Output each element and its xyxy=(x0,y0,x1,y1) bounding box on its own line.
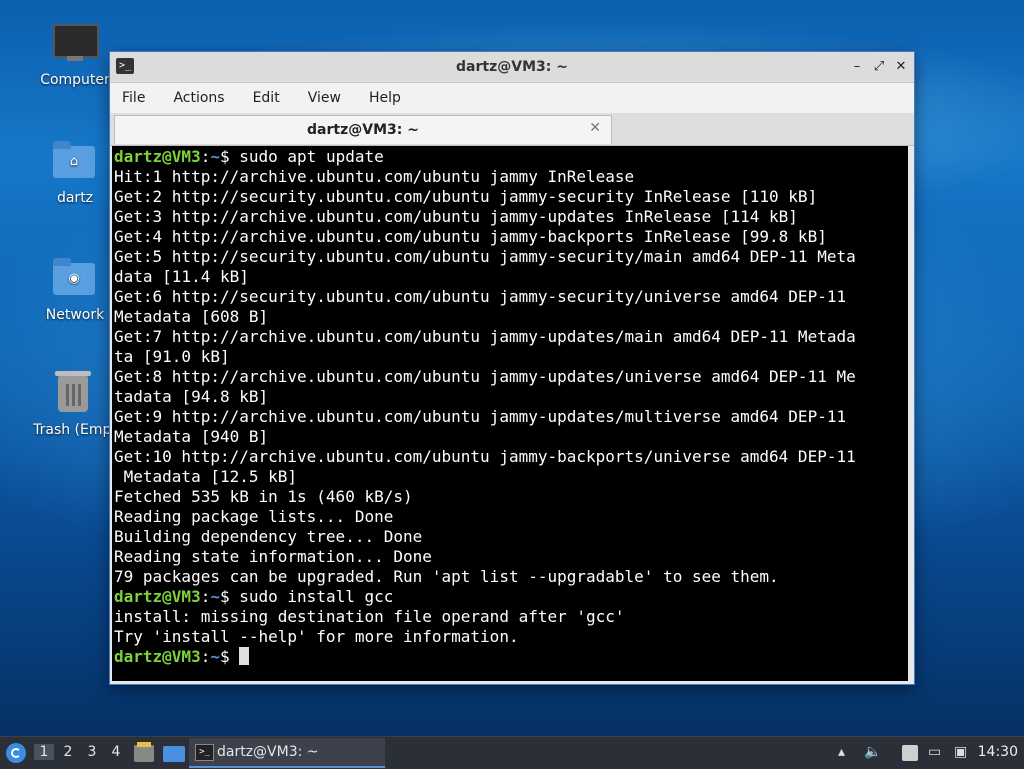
workspace-2[interactable]: 2 xyxy=(58,744,78,760)
prompt-symbol: $ xyxy=(219,587,240,606)
prompt-user: dartz@VM3 xyxy=(114,647,201,666)
maximize-button[interactable]: ⤢ xyxy=(870,58,888,76)
terminal-output-line: ta [91.0 kB] xyxy=(114,347,230,366)
terminal-output-line: Get:9 http://archive.ubuntu.com/ubuntu j… xyxy=(114,407,847,426)
terminal-output-line: Try 'install --help' for more informatio… xyxy=(114,627,519,646)
desktop-icon-home[interactable]: ⌂ dartz xyxy=(27,140,123,206)
workspace-3[interactable]: 3 xyxy=(82,744,102,760)
desktop-icon-label: Computer xyxy=(40,72,110,88)
terminal-output-line: Reading package lists... Done xyxy=(114,507,394,526)
terminal-cursor xyxy=(239,647,250,665)
desktop-icon-computer[interactable]: Computer xyxy=(27,22,123,88)
home-folder-icon: ⌂ xyxy=(53,140,97,184)
terminal-output-line: Fetched 535 kB in 1s (460 kB/s) xyxy=(114,487,413,506)
terminal-output-line: Hit:1 http://archive.ubuntu.com/ubuntu j… xyxy=(114,167,635,186)
prompt-command: sudo apt update xyxy=(239,147,384,166)
terminal-output-line: Building dependency tree... Done xyxy=(114,527,423,546)
network-folder-icon: ◉ xyxy=(53,257,97,301)
terminal-output-line: Get:6 http://security.ubuntu.com/ubuntu … xyxy=(114,287,847,306)
terminal-output-line: 79 packages can be upgraded. Run 'apt li… xyxy=(114,567,779,586)
update-notifier-icon[interactable]: ▣ xyxy=(954,744,967,760)
terminal-output-line: Metadata [608 B] xyxy=(114,307,269,326)
terminal-output-line: tadata [94.8 kB] xyxy=(114,387,269,406)
desktop-icon-label: Network xyxy=(45,307,105,323)
terminal-output-line: data [11.4 kB] xyxy=(114,267,249,286)
tab-close-icon[interactable]: ✕ xyxy=(589,120,601,136)
window-titlebar[interactable]: >_ dartz@VM3: ~ – ⤢ ✕ xyxy=(110,52,914,83)
network-tray-icon[interactable]: ▭ xyxy=(928,744,941,760)
terminal-output-line: Get:8 http://archive.ubuntu.com/ubuntu j… xyxy=(114,367,856,386)
prompt-user: dartz@VM3 xyxy=(114,147,201,166)
terminal-output-line: Metadata [940 B] xyxy=(114,427,269,446)
workspace-4[interactable]: 4 xyxy=(106,744,126,760)
window-title: dartz@VM3: ~ xyxy=(456,59,568,75)
desktop-icon-label: dartz xyxy=(56,190,94,206)
tab-bar: dartz@VM3: ~ ✕ xyxy=(110,113,914,146)
terminal-output[interactable]: dartz@VM3:~$ sudo apt update Hit:1 http:/… xyxy=(112,146,908,681)
terminal-prompt-line: dartz@VM3:~$ xyxy=(112,647,908,667)
tray-arrow-icon[interactable]: ▴ xyxy=(838,744,845,760)
menu-file[interactable]: File xyxy=(116,90,145,106)
taskbar: 1 2 3 4 >_ dartz@VM3: ~ ▴ 🔈 ▭ ▣ 14:30 xyxy=(0,736,1024,769)
prompt-path: ~ xyxy=(210,647,220,666)
file-manager-launcher-icon[interactable] xyxy=(134,742,154,762)
menubar: File Actions Edit View Help xyxy=(110,83,914,113)
terminal-output-line: Get:5 http://security.ubuntu.com/ubuntu … xyxy=(114,247,856,266)
start-menu-icon[interactable] xyxy=(6,743,26,763)
minimize-button[interactable]: – xyxy=(848,58,866,76)
close-button[interactable]: ✕ xyxy=(892,58,910,76)
terminal-prompt-line: dartz@VM3:~$ sudo apt update xyxy=(112,147,908,167)
terminal-output-line: Get:2 http://security.ubuntu.com/ubuntu … xyxy=(114,187,818,206)
terminal-output-line: Get:4 http://archive.ubuntu.com/ubuntu j… xyxy=(114,227,827,246)
prompt-user: dartz@VM3 xyxy=(114,587,201,606)
terminal-task-icon: >_ xyxy=(195,744,214,761)
prompt-symbol: $ xyxy=(219,147,240,166)
terminal-output-line: Reading state information... Done xyxy=(114,547,432,566)
menu-actions[interactable]: Actions xyxy=(167,90,224,106)
terminal-output-line: Get:7 http://archive.ubuntu.com/ubuntu j… xyxy=(114,327,856,346)
prompt-separator: : xyxy=(200,147,211,166)
menu-help[interactable]: Help xyxy=(363,90,401,106)
trash-icon xyxy=(53,371,97,416)
desktop-icon-network[interactable]: ◉ Network xyxy=(27,257,123,323)
menu-view[interactable]: View xyxy=(302,90,341,106)
terminal-output-line: Get:3 http://archive.ubuntu.com/ubuntu j… xyxy=(114,207,798,226)
menu-edit[interactable]: Edit xyxy=(247,90,280,106)
clipboard-icon[interactable] xyxy=(902,745,918,761)
terminal-output-line: Metadata [12.5 kB] xyxy=(114,467,298,486)
terminal-window[interactable]: >_ dartz@VM3: ~ – ⤢ ✕ File Actions Edit … xyxy=(110,52,914,684)
terminal-output-line: install: missing destination file operan… xyxy=(114,607,625,626)
computer-icon xyxy=(53,22,99,66)
terminal-prompt-line: dartz@VM3:~$ sudo install gcc xyxy=(112,587,908,607)
workspace-1[interactable]: 1 xyxy=(34,744,54,760)
prompt-path: ~ xyxy=(210,147,220,166)
show-desktop-icon[interactable] xyxy=(163,746,185,762)
tab-terminal[interactable]: dartz@VM3: ~ ✕ xyxy=(114,115,612,144)
clock[interactable]: 14:30 xyxy=(978,744,1018,760)
volume-icon[interactable]: 🔈 xyxy=(864,744,881,760)
taskbar-task-terminal[interactable]: >_ dartz@VM3: ~ xyxy=(189,738,385,768)
prompt-symbol: $ xyxy=(219,647,240,666)
terminal-output-line: Get:10 http://archive.ubuntu.com/ubuntu … xyxy=(114,447,856,466)
prompt-separator: : xyxy=(200,647,211,666)
prompt-separator: : xyxy=(200,587,211,606)
tab-label: dartz@VM3: ~ xyxy=(307,122,419,138)
prompt-path: ~ xyxy=(210,587,220,606)
taskbar-task-label: dartz@VM3: ~ xyxy=(217,744,319,760)
prompt-command: sudo install gcc xyxy=(239,587,394,606)
